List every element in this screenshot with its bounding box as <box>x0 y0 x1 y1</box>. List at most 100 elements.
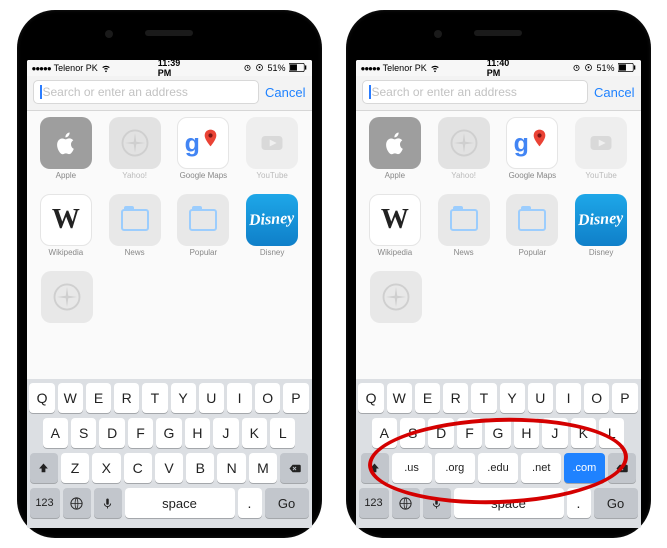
bookmark-youtube[interactable]: YouTube <box>245 117 300 188</box>
globe-key[interactable] <box>392 488 420 518</box>
key-s[interactable]: S <box>71 418 96 448</box>
key-x[interactable]: X <box>92 453 120 483</box>
key-n[interactable]: N <box>217 453 245 483</box>
favorites-grid: Apple Yahoo! g Google Maps <box>356 111 641 379</box>
bookmark-wikipedia[interactable]: W Wikipedia <box>368 194 423 265</box>
key-k[interactable]: K <box>571 418 596 448</box>
shift-key[interactable] <box>30 453 58 483</box>
iphone-frame-left: ●●●●● Telenor PK 11:39 PM 51% <box>17 10 322 538</box>
tld-us[interactable]: .us <box>392 453 432 483</box>
cancel-button[interactable]: Cancel <box>265 85 305 100</box>
key-o[interactable]: O <box>255 383 280 413</box>
key-c[interactable]: C <box>124 453 152 483</box>
key-t[interactable]: T <box>471 383 496 413</box>
bookmark-popular[interactable]: Popular <box>176 194 231 265</box>
key-g[interactable]: G <box>485 418 510 448</box>
key-w[interactable]: W <box>387 383 412 413</box>
rotation-lock-icon <box>255 63 264 74</box>
key-i[interactable]: I <box>227 383 252 413</box>
key-l[interactable]: L <box>270 418 295 448</box>
bookmark-google-maps[interactable]: g Google Maps <box>505 117 560 188</box>
bookmark-disney[interactable]: Disney Disney <box>245 194 300 265</box>
key-k[interactable]: K <box>242 418 267 448</box>
address-input[interactable]: Search or enter an address <box>33 80 260 104</box>
tld-edu[interactable]: .edu <box>478 453 518 483</box>
bookmark-news[interactable]: News <box>436 194 491 265</box>
key-a[interactable]: A <box>372 418 397 448</box>
keyboard: Q W E R T Y U I O P A S D F G H <box>356 379 641 528</box>
bookmark-yahoo[interactable]: Yahoo! <box>107 117 162 188</box>
bookmark-disney[interactable]: Disney Disney <box>574 194 629 265</box>
bookmark-google-maps[interactable]: g Google Maps <box>176 117 231 188</box>
key-z[interactable]: Z <box>61 453 89 483</box>
folder-icon <box>438 194 490 246</box>
numbers-key[interactable]: 123 <box>359 488 389 518</box>
bookmark-apple[interactable]: Apple <box>368 117 423 188</box>
bookmark-wikipedia[interactable]: W Wikipedia <box>39 194 94 265</box>
key-t[interactable]: T <box>142 383 167 413</box>
tld-org[interactable]: .org <box>435 453 475 483</box>
key-l[interactable]: L <box>599 418 624 448</box>
bookmark-youtube[interactable]: YouTube <box>574 117 629 188</box>
key-p[interactable]: P <box>612 383 637 413</box>
key-s[interactable]: S <box>400 418 425 448</box>
key-u[interactable]: U <box>199 383 224 413</box>
bookmark-news[interactable]: News <box>107 194 162 265</box>
key-j[interactable]: J <box>213 418 238 448</box>
bookmark-popular[interactable]: Popular <box>505 194 560 265</box>
key-q[interactable]: Q <box>29 383 54 413</box>
space-key[interactable]: space <box>454 488 564 518</box>
shift-key[interactable] <box>361 453 389 483</box>
key-y[interactable]: Y <box>171 383 196 413</box>
apple-icon <box>369 117 421 169</box>
key-f[interactable]: F <box>128 418 153 448</box>
address-placeholder: Search or enter an address <box>43 85 188 99</box>
numbers-key[interactable]: 123 <box>30 488 60 518</box>
key-d[interactable]: D <box>428 418 453 448</box>
key-w[interactable]: W <box>58 383 83 413</box>
key-g[interactable]: G <box>156 418 181 448</box>
key-m[interactable]: M <box>249 453 277 483</box>
tld-com[interactable]: .com <box>564 453 604 483</box>
wifi-icon <box>101 63 111 73</box>
bookmark-apple[interactable]: Apple <box>39 117 94 188</box>
globe-key[interactable] <box>63 488 91 518</box>
youtube-icon <box>575 117 627 169</box>
key-h[interactable]: H <box>514 418 539 448</box>
key-r[interactable]: R <box>443 383 468 413</box>
key-e[interactable]: E <box>415 383 440 413</box>
go-key[interactable]: Go <box>594 488 638 518</box>
key-a[interactable]: A <box>43 418 68 448</box>
bookmark-blank[interactable] <box>368 271 424 342</box>
backspace-key[interactable] <box>280 453 308 483</box>
keyboard: Q W E R T Y U I O P A S D F G H <box>27 379 312 528</box>
period-key[interactable]: . <box>238 488 262 518</box>
mic-key[interactable] <box>423 488 451 518</box>
key-r[interactable]: R <box>114 383 139 413</box>
period-key[interactable]: . <box>567 488 591 518</box>
key-d[interactable]: D <box>99 418 124 448</box>
battery-icon <box>618 63 636 74</box>
bookmark-blank[interactable] <box>39 271 95 342</box>
bookmark-yahoo[interactable]: Yahoo! <box>436 117 491 188</box>
key-o[interactable]: O <box>584 383 609 413</box>
key-e[interactable]: E <box>86 383 111 413</box>
mic-key[interactable] <box>94 488 122 518</box>
space-key[interactable]: space <box>125 488 235 518</box>
key-f[interactable]: F <box>457 418 482 448</box>
key-i[interactable]: I <box>556 383 581 413</box>
go-key[interactable]: Go <box>265 488 309 518</box>
key-q[interactable]: Q <box>358 383 383 413</box>
key-h[interactable]: H <box>185 418 210 448</box>
address-input[interactable]: Search or enter an address <box>362 80 589 104</box>
backspace-key[interactable] <box>608 453 636 483</box>
key-j[interactable]: J <box>542 418 567 448</box>
key-u[interactable]: U <box>528 383 553 413</box>
key-b[interactable]: B <box>186 453 214 483</box>
cancel-button[interactable]: Cancel <box>594 85 634 100</box>
tld-net[interactable]: .net <box>521 453 561 483</box>
key-v[interactable]: V <box>155 453 183 483</box>
key-y[interactable]: Y <box>500 383 525 413</box>
svg-text:g: g <box>514 129 529 157</box>
key-p[interactable]: P <box>283 383 308 413</box>
